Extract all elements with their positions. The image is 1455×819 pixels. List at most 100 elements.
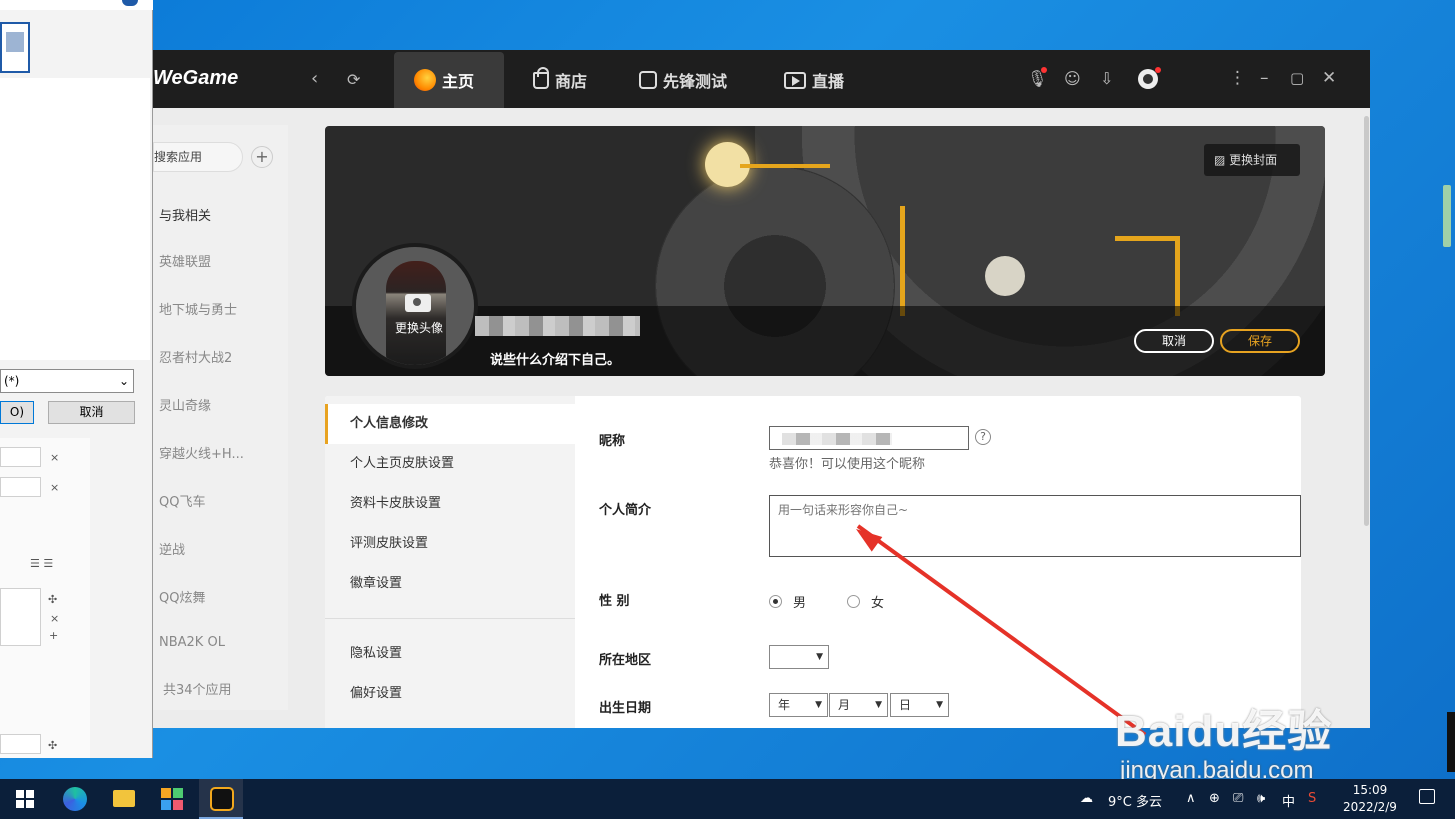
nickname-input[interactable] [769,426,969,450]
main-scrollbar[interactable] [1363,108,1370,728]
bio-input[interactable] [769,495,1301,557]
tab-home-label: 主页 [442,72,475,91]
banner-cancel-button[interactable]: 取消 [1134,329,1214,353]
system-clock[interactable]: 15:09 2022/2/9 [1340,782,1400,816]
sidebar-item-game[interactable]: QQ炫舞 [159,587,205,606]
nickname-hint: 恭喜你！可以使用这个昵称 [769,457,926,472]
birth-year-value: 年 [778,698,791,712]
weather-icon[interactable]: ☁ [1080,791,1093,806]
remove-icon[interactable]: × [50,612,59,625]
file-thumbnail[interactable] [0,22,30,73]
titlebar: WeGame ‹ ⟳ 主页 商店 先锋测试 直播 🎙 ☺ ⇩ ⋮ – ▢ ✕ [153,50,1370,108]
sidebar-item-game[interactable]: NBA2K OL [159,635,225,650]
search-app-input[interactable]: 搜索应用 [153,142,243,172]
tab-pioneer-test[interactable]: 先锋测试 [639,52,727,108]
more-menu-icon[interactable]: ⋮ [1229,68,1246,88]
tray-expand-icon[interactable]: ∧ [1186,791,1196,806]
profile-banner: ▨ 更换封面 更换头像 说些什么介绍下自己。 取消 保存 [325,126,1325,376]
ime-indicator[interactable]: 中 [1282,791,1295,810]
gender-male-label[interactable]: 男 [793,592,806,611]
list-icon[interactable]: ☰ ☰ [30,557,53,570]
tab-home[interactable]: 主页 [394,52,504,108]
profile-avatar[interactable]: 更换头像 [352,243,478,369]
caret-down-icon: ▼ [875,700,882,710]
banner-pipe-art [1115,236,1175,241]
change-avatar-label: 更换头像 [394,321,443,335]
menu-item-profile[interactable]: 个人信息修改 [325,404,575,444]
back-icon[interactable]: ‹ [311,68,318,89]
network-icon[interactable]: ⎚ [1233,791,1243,806]
remove-icon[interactable]: × [50,481,59,494]
tab-live[interactable]: 直播 [784,52,844,108]
menu-item-card-skin[interactable]: 资料卡皮肤设置 [325,484,575,524]
tiles-app-icon [161,788,185,812]
sidebar-item-related[interactable]: 与我相关 [159,205,211,224]
settings-menu: 个人信息修改 个人主页皮肤设置 资料卡皮肤设置 评测皮肤设置 徽章设置 隐私设置… [325,396,575,728]
edge-widget [1447,712,1455,772]
folder-icon [113,790,135,807]
help-icon[interactable]: ? [975,429,991,445]
windows-start-icon[interactable] [16,790,34,808]
menu-divider [325,618,575,619]
add-icon[interactable]: + [49,629,58,642]
menu-item-review-skin[interactable]: 评测皮肤设置 [325,524,575,564]
close-icon[interactable]: ✕ [1322,68,1336,88]
taskbar-tiles-app[interactable] [150,779,194,819]
move-icon[interactable]: ✣ [48,739,57,752]
open-button[interactable]: O) [0,401,34,424]
scrollbar-thumb[interactable] [1364,116,1369,526]
weather-text[interactable]: 9°C 多云 [1108,791,1162,810]
sidebar-item-game[interactable]: 逆战 [159,539,185,558]
menu-item-badges[interactable]: 徽章设置 [325,564,575,604]
birth-day-select[interactable]: 日 ▼ [890,693,949,717]
sidebar-item-game[interactable]: 地下城与勇士 [159,299,237,318]
chat-bot-icon[interactable]: ☺ [1064,69,1081,88]
banner-save-button[interactable]: 保存 [1220,329,1300,353]
tab-shop[interactable]: 商店 [533,52,587,108]
refresh-icon[interactable]: ⟳ [347,70,360,89]
gender-female-label[interactable]: 女 [871,592,884,611]
move-icon[interactable]: ✣ [48,593,57,606]
maximize-icon[interactable]: ▢ [1290,69,1304,87]
windows-taskbar: ☁ 9°C 多云 ∧ ⊕ ⎚ 🕪 中 S 15:09 2022/2/9 [0,779,1455,819]
taskbar-file-explorer[interactable] [101,779,145,819]
tab-pioneer-test-label: 先锋测试 [663,72,728,91]
region-select[interactable]: ▼ [769,645,829,669]
birth-month-select[interactable]: 月 ▼ [829,693,888,717]
sogou-ime-icon[interactable]: S [1308,791,1316,806]
watermark-logo: Baidu经验 [1115,707,1333,756]
sidebar-item-game[interactable]: QQ飞车 [159,491,205,510]
notification-icon[interactable] [1419,789,1435,804]
minimize-icon[interactable]: – [1260,68,1269,88]
volume-icon[interactable]: 🕪 [1257,791,1265,806]
remove-icon[interactable]: × [50,451,59,464]
sidebar-item-game[interactable]: 穿越火线+H... [159,443,244,462]
background-field[interactable] [0,447,41,467]
background-field[interactable] [0,477,41,497]
app-count[interactable]: 共34个应用 [163,679,232,698]
birth-year-select[interactable]: 年 ▼ [769,693,828,717]
banner-pipe-art [1175,236,1180,316]
gender-label: 性 别 [599,594,630,609]
change-cover-button[interactable]: ▨ 更换封面 [1204,144,1300,176]
add-app-button[interactable]: + [251,146,273,168]
cancel-button[interactable]: 取消 [48,401,135,424]
gender-female-radio[interactable] [847,595,860,608]
tab-shop-label: 商店 [555,72,588,91]
sidebar-item-game[interactable]: 英雄联盟 [159,251,211,270]
menu-item-home-skin[interactable]: 个人主页皮肤设置 [325,444,575,484]
taskbar-edge[interactable] [52,779,96,819]
sidebar-item-game[interactable]: 忍者村大战2 [159,347,232,366]
file-type-select[interactable]: (*) ⌄ [0,369,134,393]
tray-app-icon[interactable]: ⊕ [1209,791,1220,806]
download-icon[interactable]: ⇩ [1100,69,1113,88]
menu-item-preferences[interactable]: 偏好设置 [325,674,575,714]
sidebar-item-game[interactable]: 灵山奇缘 [159,395,211,414]
menu-item-privacy[interactable]: 隐私设置 [325,634,575,674]
profile-intro-text[interactable]: 说些什么介绍下自己。 [490,349,620,368]
banner-pipe-art [900,206,905,316]
background-field[interactable] [0,734,41,754]
wegame-icon [210,787,234,811]
gender-male-radio[interactable] [769,595,782,608]
taskbar-wegame[interactable] [199,779,243,819]
